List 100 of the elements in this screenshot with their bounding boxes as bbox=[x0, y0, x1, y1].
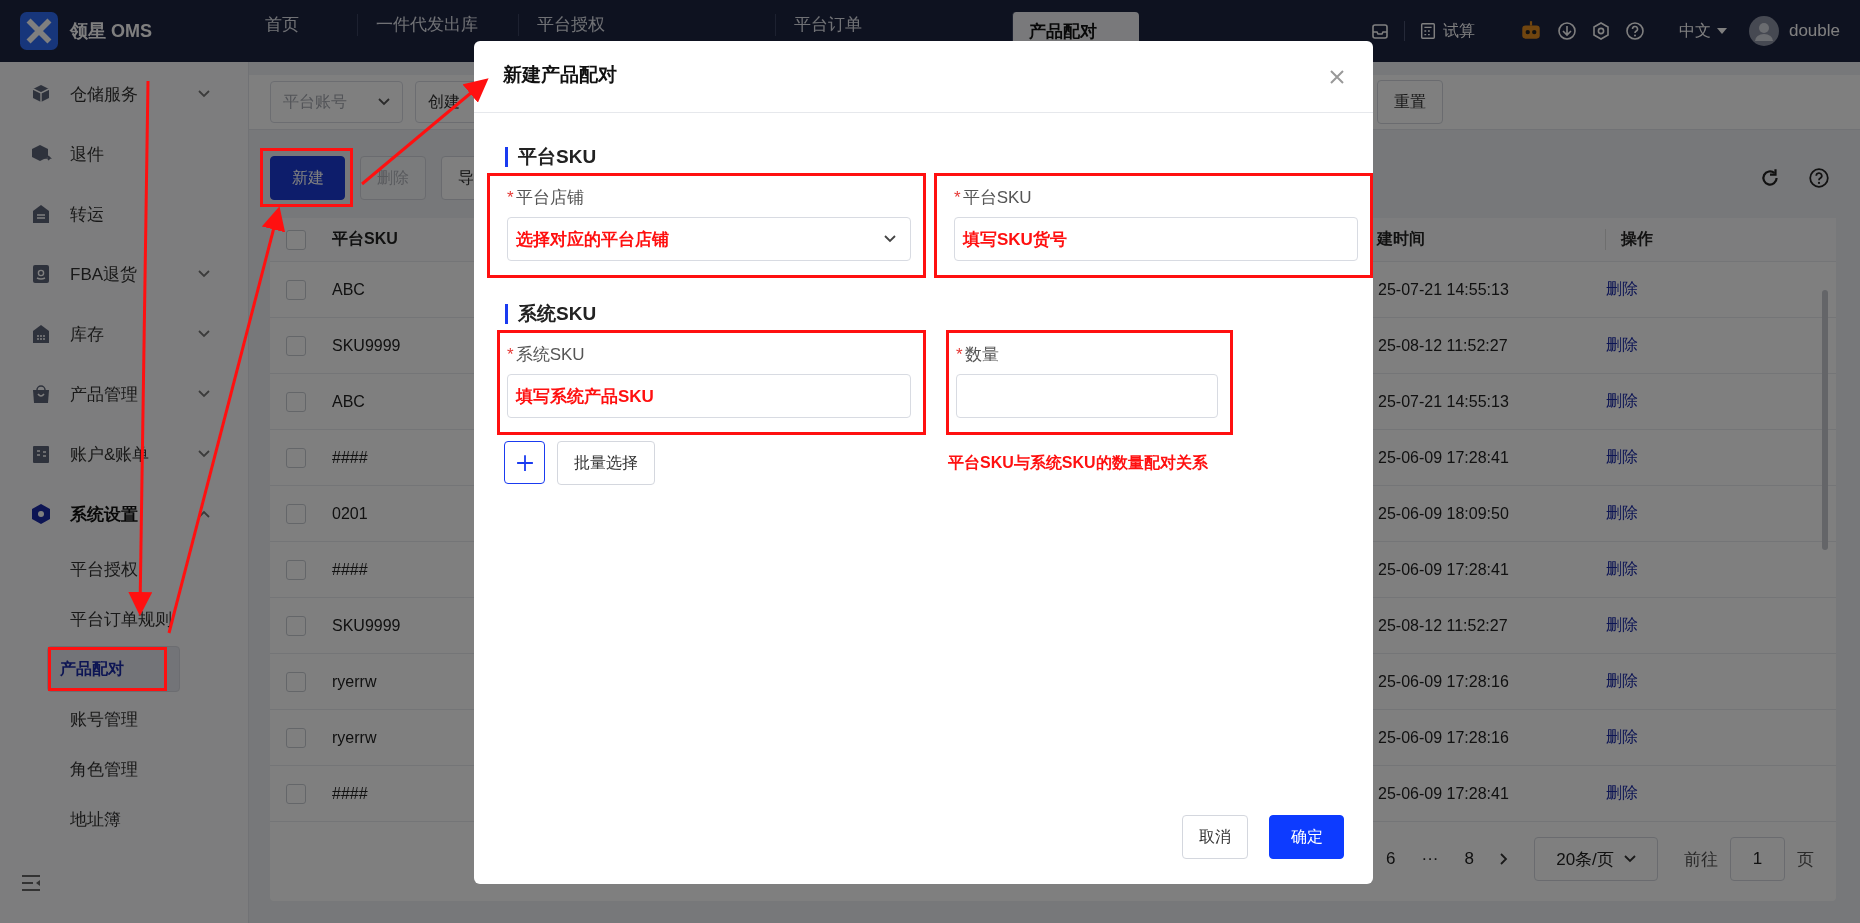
table-cell-text: 25-08-12 11:52:27 bbox=[1378, 336, 1509, 355]
checkbox[interactable] bbox=[286, 229, 306, 250]
table-cell-text: 25-06-09 17:28:16 bbox=[1378, 728, 1510, 747]
sidebar-item[interactable]: FBA退货 bbox=[0, 244, 248, 304]
column-header: 平台SKU bbox=[332, 230, 398, 247]
calculator-icon bbox=[1418, 22, 1437, 40]
delete-link[interactable]: 删除 bbox=[1606, 672, 1638, 689]
delete-link[interactable]: 删除 bbox=[1606, 392, 1638, 409]
cube-icon bbox=[30, 83, 52, 105]
chevron-icon bbox=[198, 270, 210, 278]
add-button[interactable] bbox=[504, 441, 545, 484]
language-select[interactable]: 中文 bbox=[1678, 20, 1727, 42]
checkbox[interactable] bbox=[286, 727, 306, 748]
input-field[interactable]: 填写SKU货号 bbox=[954, 217, 1358, 261]
sidebar-subitem[interactable]: 平台订单规则 bbox=[47, 594, 231, 644]
house-icon bbox=[30, 203, 52, 225]
dialog-title: 新建产品配对 bbox=[503, 62, 617, 87]
page-button[interactable]: ··· bbox=[1421, 849, 1439, 869]
collapse-menu-icon[interactable] bbox=[20, 873, 42, 893]
goto-label: 前往 bbox=[1684, 848, 1718, 871]
table-cell-text: 25-06-09 17:28:41 bbox=[1378, 448, 1510, 467]
table-cell-text: 25-07-21 14:55:13 bbox=[1378, 280, 1510, 299]
refresh-icon[interactable] bbox=[1759, 167, 1781, 189]
checkbox[interactable] bbox=[286, 783, 306, 804]
close-icon[interactable] bbox=[1330, 69, 1344, 84]
input-field[interactable]: 填写系统产品SKU bbox=[507, 374, 911, 418]
page-button[interactable]: 6 bbox=[1386, 849, 1396, 869]
table-cell-text: 25-06-09 17:28:41 bbox=[1378, 784, 1510, 803]
page-number-field[interactable]: 1 bbox=[1730, 837, 1785, 881]
sidebar-subitem[interactable]: 角色管理 bbox=[47, 744, 231, 794]
sidebar-subitem[interactable]: 账号管理 bbox=[47, 694, 231, 744]
logo-icon bbox=[20, 12, 58, 50]
sidebar-subitem[interactable]: 地址簿 bbox=[47, 794, 231, 844]
page-button[interactable]: 8 bbox=[1464, 849, 1474, 869]
checkbox[interactable] bbox=[286, 447, 306, 468]
field-label: *系统SKU bbox=[507, 344, 586, 366]
delete-link[interactable]: 删除 bbox=[1606, 280, 1638, 297]
input-field[interactable] bbox=[956, 374, 1218, 418]
trial-button[interactable]: 试算 bbox=[1418, 20, 1475, 42]
delete-link[interactable]: 删除 bbox=[1606, 616, 1638, 633]
table-cell: SKU9999 bbox=[332, 616, 401, 634]
annotation-note: 平台SKU与系统SKU的数量配对关系 bbox=[948, 452, 1208, 473]
inbox-icon[interactable] bbox=[1369, 21, 1390, 41]
table-cell-text: 25-07-21 14:55:13 bbox=[1378, 392, 1510, 411]
settings-icon[interactable] bbox=[1590, 21, 1611, 41]
table-cell: ABC bbox=[332, 392, 365, 410]
checkbox[interactable] bbox=[286, 503, 306, 524]
field-label: *数量 bbox=[956, 344, 1000, 366]
checkbox[interactable] bbox=[286, 335, 306, 356]
chevron-icon bbox=[198, 510, 210, 518]
chevron-icon bbox=[198, 330, 210, 338]
page-size-select[interactable]: 20条/页 bbox=[1534, 837, 1658, 881]
delete-link[interactable]: 删除 bbox=[1606, 448, 1638, 465]
table-cell: #### bbox=[332, 784, 368, 802]
bag-icon bbox=[30, 383, 52, 405]
sidebar-subitem[interactable]: 产品配对 bbox=[47, 646, 180, 692]
checkbox[interactable] bbox=[286, 391, 306, 412]
table-cell: #### bbox=[332, 560, 368, 578]
delete-link[interactable]: 删除 bbox=[1606, 560, 1638, 577]
sidebar-item[interactable]: 产品管理 bbox=[0, 364, 248, 424]
chevron-icon bbox=[378, 98, 390, 106]
checkbox[interactable] bbox=[286, 279, 306, 300]
sidebar-item[interactable]: 转运 bbox=[0, 184, 248, 244]
nav-tab[interactable]: 一件代发出库 bbox=[357, 14, 518, 36]
download-icon[interactable] bbox=[1556, 21, 1577, 41]
section-title: 平台SKU bbox=[505, 147, 1344, 167]
help-icon[interactable] bbox=[1624, 21, 1645, 41]
confirm-button[interactable]: 确定 bbox=[1269, 815, 1344, 859]
sidebar-subitem[interactable]: 平台授权 bbox=[47, 544, 231, 594]
field-label: *平台SKU bbox=[954, 187, 1033, 209]
help-icon[interactable] bbox=[1808, 167, 1830, 189]
sidebar-item[interactable]: 退件 bbox=[0, 124, 248, 184]
table-cell: ryerrw bbox=[332, 672, 377, 690]
nav-tab[interactable]: 首页 bbox=[249, 14, 357, 36]
table-cell-text: 25-06-09 17:28:16 bbox=[1378, 672, 1510, 691]
table-cell: ryerrw bbox=[332, 728, 377, 746]
store-select[interactable]: 选择对应的平台店铺 bbox=[507, 217, 911, 261]
avatar-icon[interactable] bbox=[1748, 16, 1779, 46]
nav-tab[interactable]: 平台授权 bbox=[518, 14, 775, 36]
sidebar-item[interactable]: 系统设置 bbox=[0, 484, 248, 544]
reset-button[interactable]: 重置 bbox=[1377, 80, 1443, 124]
section-title: 系统SKU bbox=[505, 304, 1344, 324]
bill-icon bbox=[30, 443, 52, 465]
next-page-icon[interactable] bbox=[1500, 853, 1508, 865]
cancel-button[interactable]: 取消 bbox=[1182, 815, 1248, 859]
delete-link[interactable]: 删除 bbox=[1606, 336, 1638, 353]
checkbox[interactable] bbox=[286, 559, 306, 580]
scrollbar[interactable] bbox=[1822, 290, 1828, 550]
checkbox[interactable] bbox=[286, 671, 306, 692]
sidebar-item[interactable]: 库存 bbox=[0, 304, 248, 364]
sidebar-item[interactable]: 仓储服务 bbox=[0, 64, 248, 124]
checkbox[interactable] bbox=[286, 615, 306, 636]
delete-link[interactable]: 删除 bbox=[1606, 504, 1638, 521]
table-cell: ABC bbox=[332, 280, 365, 298]
delete-link[interactable]: 删除 bbox=[1606, 784, 1638, 801]
batch-select-button[interactable]: 批量选择 bbox=[557, 441, 655, 485]
column-header: 建时间 bbox=[1377, 229, 1426, 249]
plus-icon bbox=[515, 453, 534, 472]
toolbar-button[interactable]: 新建 bbox=[270, 156, 345, 200]
delete-link[interactable]: 删除 bbox=[1606, 728, 1638, 745]
